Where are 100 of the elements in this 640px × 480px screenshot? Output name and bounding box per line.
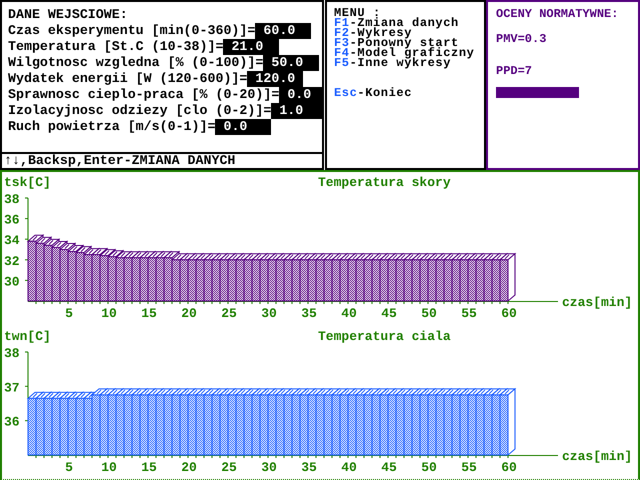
- bar: [356, 394, 364, 456]
- bar: [500, 394, 508, 456]
- tick-label: 36: [4, 414, 20, 430]
- bar: [364, 259, 372, 302]
- bar: [196, 394, 204, 456]
- menu-item[interactable]: F4-Model graficzny: [334, 48, 474, 58]
- input-field[interactable]: 0.0: [279, 87, 322, 103]
- tick-label: 5: [65, 460, 73, 475]
- bar: [172, 259, 180, 302]
- chart-title: Temperatura ciala: [318, 329, 451, 344]
- menu-item[interactable]: Esc-Koniec: [334, 88, 412, 98]
- bar: [172, 394, 180, 456]
- input-field[interactable]: 21.0: [223, 39, 280, 55]
- bar: [308, 394, 316, 456]
- bar: [484, 259, 492, 302]
- bar: [372, 394, 380, 456]
- bar: [324, 259, 332, 302]
- menu-item[interactable]: F3-Ponowny start: [334, 38, 459, 48]
- bar: [180, 394, 188, 456]
- bar: [460, 394, 468, 456]
- pmv-value: PMV=0.3: [496, 33, 548, 45]
- menu-item[interactable]: F2-Wykresy: [334, 28, 412, 38]
- tick-label: 10: [101, 460, 117, 475]
- tick-label: 60: [501, 306, 517, 321]
- bar: [396, 259, 404, 302]
- bar: [428, 394, 436, 456]
- tick-label: 55: [461, 306, 477, 321]
- tick-label: 34: [4, 233, 20, 248]
- bar: [212, 394, 220, 456]
- bar: [492, 394, 500, 456]
- bar: [124, 394, 132, 456]
- tick-label: 40: [341, 460, 357, 475]
- bar: [44, 398, 52, 456]
- input-field[interactable]: 60.0: [255, 23, 312, 39]
- bar: [468, 259, 476, 302]
- bar: [124, 257, 132, 302]
- bar: [212, 259, 220, 302]
- bar: [484, 394, 492, 456]
- bar: [268, 394, 276, 456]
- panel-title: DANE WEJSCIOWE:: [8, 7, 129, 23]
- bar: [412, 259, 420, 302]
- bar: [452, 259, 460, 302]
- bar: [292, 394, 300, 456]
- bar: [188, 394, 196, 456]
- bar: [68, 251, 76, 302]
- field-label: Ruch powietrza [m/s(0-1)]=: [8, 119, 216, 135]
- bar: [92, 394, 100, 456]
- bar: [108, 394, 116, 456]
- field-label: Wilgotnosc wzgledna [% (0-100)]=: [8, 55, 264, 71]
- input-field[interactable]: 50.0: [263, 55, 320, 71]
- bar: [444, 259, 452, 302]
- bar: [68, 398, 76, 456]
- input-field[interactable]: 0.0: [215, 119, 272, 135]
- bar: [356, 259, 364, 302]
- bar: [164, 257, 172, 302]
- tick-label: 50: [421, 460, 437, 475]
- bar: [284, 259, 292, 302]
- input-field[interactable]: 120.0: [247, 71, 304, 87]
- tick-label: 15: [141, 306, 157, 321]
- tick-label: 5: [65, 306, 73, 321]
- bar: [396, 394, 404, 456]
- menu-item[interactable]: F5-Inne wykresy: [334, 58, 452, 68]
- bar: [276, 394, 284, 456]
- bar: [500, 259, 508, 302]
- bar: [260, 394, 268, 456]
- bar: [244, 259, 252, 302]
- bar: [284, 394, 292, 456]
- bar: [36, 398, 44, 456]
- bar: [84, 254, 92, 302]
- bar: [420, 259, 428, 302]
- bar: [220, 394, 228, 456]
- bar: [404, 259, 412, 302]
- bar: [252, 394, 260, 456]
- x-axis-title: czas[min]: [562, 295, 632, 310]
- bar: [28, 240, 36, 302]
- bar: [148, 394, 156, 456]
- tick-label: 60: [501, 460, 517, 475]
- tick-label: 32: [4, 254, 20, 269]
- bar: [116, 257, 124, 302]
- bar: [36, 242, 44, 302]
- bar: [44, 244, 52, 302]
- bar: [332, 259, 340, 302]
- bar: [140, 257, 148, 302]
- bar: [292, 259, 300, 302]
- bar: [252, 259, 260, 302]
- input-field[interactable]: 1.0: [271, 103, 322, 119]
- bar: [420, 394, 428, 456]
- bar: [380, 259, 388, 302]
- bar: [156, 394, 164, 456]
- menu-item[interactable]: F1-Zmiana danych: [334, 18, 459, 28]
- tick-label: 20: [181, 306, 197, 321]
- bar: [244, 394, 252, 456]
- bar: [236, 259, 244, 302]
- bar: [180, 259, 188, 302]
- bar: [340, 394, 348, 456]
- bar: [436, 394, 444, 456]
- field-label: Wydatek energii [W (120-600)]=: [8, 71, 248, 87]
- bar: [28, 398, 36, 456]
- bar: [164, 394, 172, 456]
- bar: [340, 259, 348, 302]
